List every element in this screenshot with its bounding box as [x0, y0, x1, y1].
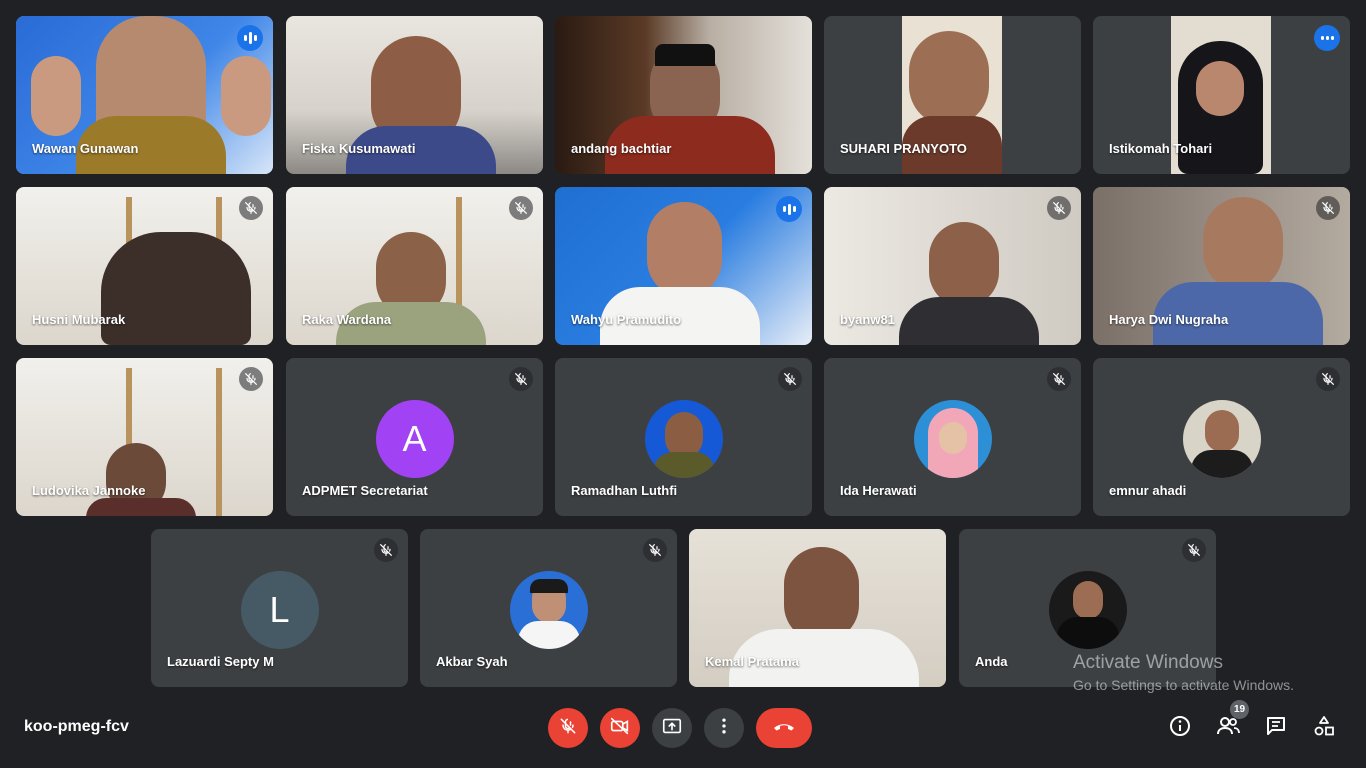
participant-name: Anda — [975, 654, 1008, 669]
speaking-indicator-icon — [237, 25, 263, 51]
mic-off-icon — [1047, 367, 1071, 391]
participant-name: byanw81 — [840, 312, 895, 327]
mic-off-icon — [558, 716, 578, 741]
mic-off-icon — [509, 367, 533, 391]
participant-name: Husni Mubarak — [32, 312, 126, 327]
participant-name: Ida Herawati — [840, 483, 917, 498]
participant-tile[interactable]: andang bachtiar — [555, 16, 812, 174]
info-icon — [1168, 714, 1192, 743]
participant-name: Istikomah Tohari — [1109, 141, 1213, 156]
avatar: L — [240, 571, 319, 649]
mic-off-icon — [1047, 196, 1071, 220]
mic-off-icon — [509, 196, 533, 220]
avatar — [509, 571, 588, 649]
mic-off-icon — [778, 367, 802, 391]
present-screen-button[interactable] — [652, 708, 692, 748]
more-vert-icon — [714, 716, 734, 741]
speaking-indicator-icon — [1314, 25, 1340, 51]
activate-windows-title: Activate Windows — [1073, 652, 1223, 673]
camera-off-icon — [609, 715, 631, 742]
mic-off-icon — [1182, 538, 1206, 562]
participant-tile[interactable]: A ADPMET Secretariat — [286, 358, 543, 516]
more-options-button[interactable] — [704, 708, 744, 748]
participant-tile[interactable]: L Lazuardi Septy M — [151, 529, 408, 687]
chat-button[interactable] — [1262, 714, 1290, 742]
participant-tile[interactable]: Wawan Gunawan — [16, 16, 273, 174]
mic-off-icon — [643, 538, 667, 562]
activities-icon — [1312, 714, 1336, 743]
participant-name: Ramadhan Luthfi — [571, 483, 678, 498]
activities-button[interactable] — [1310, 714, 1338, 742]
mic-toggle-button[interactable] — [548, 708, 588, 748]
avatar — [913, 400, 992, 478]
participant-tile[interactable]: Kemal Pratama — [689, 529, 946, 687]
participant-tile[interactable]: Ramadhan Luthfi — [555, 358, 812, 516]
activate-windows-subtitle: Go to Settings to activate Windows. — [1073, 677, 1294, 693]
participant-tile[interactable]: Wahyu Pramudito — [555, 187, 812, 345]
participant-name: Wahyu Pramudito — [571, 312, 682, 327]
participant-count-badge: 19 — [1230, 700, 1249, 719]
participant-tile[interactable]: byanw81 — [824, 187, 1081, 345]
participant-tile[interactable]: Raka Wardana — [286, 187, 543, 345]
participant-tile[interactable]: Harya Dwi Nugraha — [1093, 187, 1350, 345]
mic-off-icon — [1316, 196, 1340, 220]
mic-off-icon — [239, 196, 263, 220]
participant-name: Harya Dwi Nugraha — [1109, 312, 1229, 327]
leave-call-button[interactable] — [756, 708, 812, 748]
participant-name: ADPMET Secretariat — [302, 483, 428, 498]
participant-name: Fiska Kusumawati — [302, 141, 416, 156]
participant-name: Akbar Syah — [436, 654, 508, 669]
participant-name: Lazuardi Septy M — [167, 654, 274, 669]
participant-tile[interactable]: Akbar Syah — [420, 529, 677, 687]
avatar: A — [375, 400, 454, 478]
participant-name: Raka Wardana — [302, 312, 392, 327]
speaking-indicator-icon — [776, 196, 802, 222]
present-screen-icon — [661, 715, 683, 742]
camera-toggle-button[interactable] — [600, 708, 640, 748]
meeting-code: koo-pmeg-fcv — [24, 718, 129, 735]
participant-tile[interactable]: Ludovika Jannoke — [16, 358, 273, 516]
participant-name: Wawan Gunawan — [32, 141, 139, 156]
avatar — [1048, 571, 1127, 649]
participant-name: andang bachtiar — [571, 141, 672, 156]
chat-icon — [1264, 714, 1288, 743]
participant-tile[interactable]: Fiska Kusumawati — [286, 16, 543, 174]
participant-tile[interactable]: Ida Herawati — [824, 358, 1081, 516]
mic-off-icon — [239, 367, 263, 391]
participant-name: Ludovika Jannoke — [32, 483, 146, 498]
participant-tile[interactable]: SUHARI PRANYOTO — [824, 16, 1081, 174]
meeting-details-button[interactable] — [1166, 714, 1194, 742]
participant-name: SUHARI PRANYOTO — [840, 141, 967, 156]
call-end-icon — [771, 716, 797, 741]
participant-tile[interactable]: emnur ahadi — [1093, 358, 1350, 516]
avatar — [644, 400, 723, 478]
mic-off-icon — [1316, 367, 1340, 391]
participant-tile[interactable]: Istikomah Tohari — [1093, 16, 1350, 174]
participant-tile[interactable]: Husni Mubarak — [16, 187, 273, 345]
avatar — [1182, 400, 1261, 478]
mic-off-icon — [374, 538, 398, 562]
participant-name: Kemal Pratama — [705, 654, 799, 669]
participant-name: emnur ahadi — [1109, 483, 1187, 498]
